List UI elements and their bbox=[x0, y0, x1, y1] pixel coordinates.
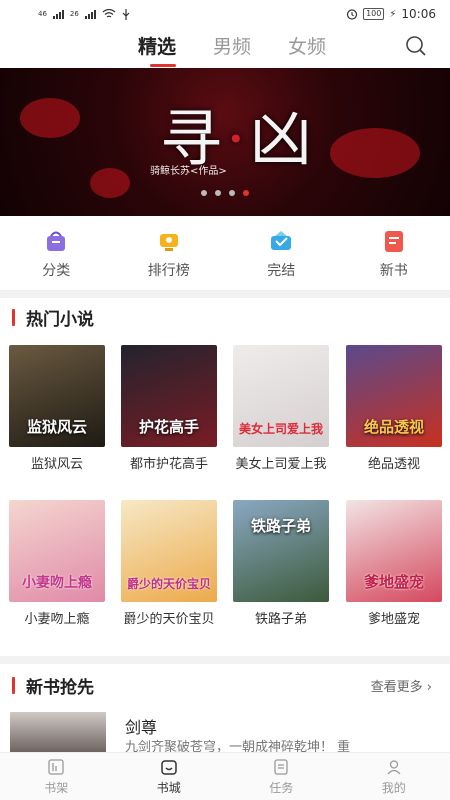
section-divider bbox=[0, 290, 450, 298]
pagination-dot[interactable] bbox=[215, 190, 221, 196]
tab-female[interactable]: 女频 bbox=[288, 32, 326, 59]
book-title[interactable]: 铁路子弟 bbox=[233, 611, 329, 628]
battery-icon: 100 bbox=[363, 8, 385, 20]
banner-author: 骑鲸长苏<作品> bbox=[150, 166, 227, 177]
section-accent-bar bbox=[12, 309, 15, 326]
bookstore-icon bbox=[161, 760, 177, 775]
signal-2-label: 26 bbox=[69, 10, 79, 18]
pagination-dot-active[interactable] bbox=[243, 190, 249, 196]
new-book-title[interactable]: 剑尊 bbox=[125, 714, 157, 738]
completed-box-icon bbox=[271, 231, 292, 250]
quick-nav-completed[interactable]: 完结 bbox=[225, 222, 338, 284]
view-more-link[interactable]: 查看更多 › bbox=[371, 676, 432, 695]
nav-bookstore[interactable]: 书城 bbox=[113, 753, 226, 800]
section-accent-bar bbox=[12, 677, 15, 694]
book-title[interactable]: 美女上司爱上我 bbox=[233, 456, 329, 473]
charging-icon: ⚡ bbox=[389, 8, 397, 20]
wifi-icon bbox=[102, 9, 116, 18]
book-card[interactable]: 爵少的天价宝贝 爵少的天价宝贝 bbox=[121, 500, 217, 628]
signal-1-label: 46 bbox=[38, 10, 47, 18]
usb-icon bbox=[122, 8, 130, 20]
quick-nav-ranking[interactable]: 排行榜 bbox=[113, 222, 226, 284]
new-section-header: 新书抢先 查看更多 › bbox=[0, 670, 450, 700]
active-tab-indicator bbox=[150, 64, 176, 67]
book-cover[interactable]: 小妻吻上瘾 bbox=[9, 500, 105, 602]
pagination-dot[interactable] bbox=[201, 190, 207, 196]
book-cover[interactable]: 绝品透视 bbox=[346, 345, 442, 447]
book-card[interactable]: 绝品透视 绝品透视 bbox=[346, 345, 442, 473]
book-card[interactable]: 铁路子弟 铁路子弟 bbox=[233, 500, 329, 628]
new-book-icon bbox=[384, 231, 403, 252]
book-card[interactable]: 护花高手 都市护花高手 bbox=[121, 345, 217, 473]
bottom-nav: 书架 书城 任务 我的 bbox=[0, 752, 450, 800]
book-cover[interactable]: 美女上司爱上我 bbox=[233, 345, 329, 447]
signal-bars-icon bbox=[52, 9, 64, 19]
signal-bars-2-icon bbox=[84, 9, 96, 19]
quick-nav: 分类 排行榜 完结 新书 bbox=[0, 222, 450, 284]
nav-tasks[interactable]: 任务 bbox=[225, 753, 338, 800]
book-title[interactable]: 都市护花高手 bbox=[121, 456, 217, 473]
quick-nav-new[interactable]: 新书 bbox=[338, 222, 450, 284]
tab-featured[interactable]: 精选 bbox=[138, 32, 176, 59]
status-bar: 46 26 100 ⚡ 10:06 bbox=[0, 0, 450, 28]
book-title[interactable]: 监狱风云 bbox=[9, 456, 105, 473]
chevron-right-icon: › bbox=[426, 680, 432, 695]
hot-section-header: 热门小说 bbox=[0, 302, 450, 332]
book-title[interactable]: 爹地盛宠 bbox=[346, 611, 442, 628]
top-tabs: 精选 男频 女频 bbox=[0, 28, 450, 68]
book-card[interactable]: 监狱风云 监狱风云 bbox=[9, 345, 105, 473]
banner-pagination bbox=[0, 190, 450, 196]
book-card[interactable]: 爹地盛宠 爹地盛宠 bbox=[346, 500, 442, 628]
clock-time: 10:06 bbox=[401, 7, 436, 21]
pagination-dot[interactable] bbox=[229, 190, 235, 196]
alarm-icon bbox=[346, 9, 358, 20]
book-cover[interactable]: 监狱风云 bbox=[9, 345, 105, 447]
book-title[interactable]: 爵少的天价宝贝 bbox=[121, 611, 217, 628]
new-book-item[interactable]: 剑尊 九剑齐聚破苍穹，一朝成神碎乾坤！ 重 bbox=[10, 712, 440, 755]
status-signals: 46 26 bbox=[38, 8, 130, 20]
new-book-cover[interactable] bbox=[10, 712, 106, 752]
tab-male[interactable]: 男频 bbox=[213, 32, 251, 59]
book-card[interactable]: 小妻吻上瘾 小妻吻上瘾 bbox=[9, 500, 105, 628]
nav-profile[interactable]: 我的 bbox=[338, 753, 450, 800]
profile-icon bbox=[387, 760, 401, 775]
quick-nav-category[interactable]: 分类 bbox=[0, 222, 113, 284]
book-title[interactable]: 小妻吻上瘾 bbox=[9, 611, 105, 628]
status-right: 100 ⚡ 10:06 bbox=[346, 7, 436, 21]
nav-bookshelf[interactable]: 书架 bbox=[0, 753, 113, 800]
section-divider bbox=[0, 656, 450, 664]
tasks-icon bbox=[274, 759, 288, 775]
category-bag-icon bbox=[47, 231, 66, 251]
new-section-title: 新书抢先 bbox=[26, 678, 94, 698]
search-icon[interactable] bbox=[404, 34, 428, 58]
book-title[interactable]: 绝品透视 bbox=[346, 456, 442, 473]
book-cover[interactable]: 护花高手 bbox=[121, 345, 217, 447]
trophy-icon bbox=[159, 234, 178, 251]
book-cover[interactable]: 铁路子弟 bbox=[233, 500, 329, 602]
book-cover[interactable]: 爵少的天价宝贝 bbox=[121, 500, 217, 602]
bookshelf-icon bbox=[48, 759, 64, 775]
hot-section-title: 热门小说 bbox=[26, 310, 94, 330]
book-cover[interactable]: 爹地盛宠 bbox=[346, 500, 442, 602]
book-card[interactable]: 美女上司爱上我 美女上司爱上我 bbox=[233, 345, 329, 473]
